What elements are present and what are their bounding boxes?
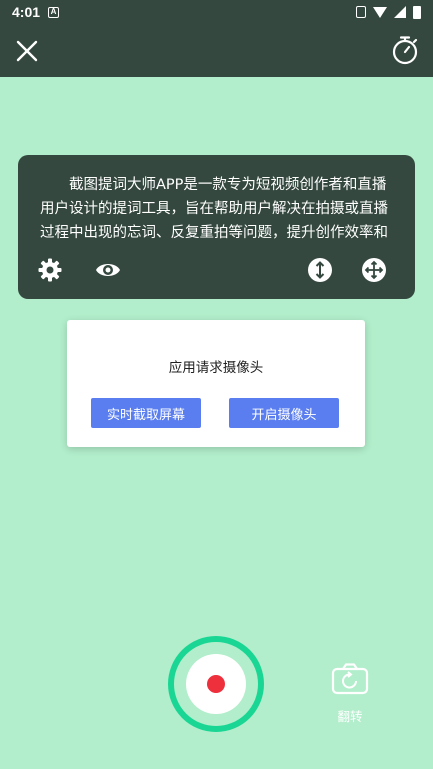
camera-flip-icon (331, 663, 369, 695)
open-camera-button[interactable]: 开启摄像头 (229, 398, 339, 428)
flip-camera-button[interactable]: 翻转 (330, 662, 370, 726)
record-button[interactable] (168, 636, 264, 732)
move-icon (362, 258, 386, 282)
camera-request-dialog: 应用请求摄像头 实时截取屏幕 开启摄像头 (67, 320, 365, 447)
settings-button[interactable] (37, 257, 63, 283)
status-icons (356, 5, 421, 19)
eye-icon (96, 264, 120, 276)
stopwatch-icon (392, 36, 418, 65)
prompter-text[interactable]: 截图提词大师APP是一款专为短视频创作者和直播用户设计的提词工具，旨在帮助用户解… (40, 173, 400, 245)
vertical-resize-icon (308, 258, 332, 282)
height-adjust-button[interactable] (307, 257, 333, 283)
top-toolbar (0, 24, 433, 77)
wifi-icon (373, 6, 387, 18)
status-time: 4:01 (12, 4, 41, 20)
signal-icon (394, 6, 406, 18)
battery-icon (413, 5, 421, 19)
vibrate-icon (356, 6, 366, 18)
status-bar: 4:01 A (0, 0, 433, 24)
notification-icon: A (48, 6, 60, 18)
capture-screen-button[interactable]: 实时截取屏幕 (91, 398, 201, 428)
gear-icon (38, 258, 62, 282)
flip-label: 翻转 (337, 709, 363, 724)
dialog-title: 应用请求摄像头 (168, 360, 264, 376)
record-inner (186, 654, 246, 714)
visibility-button[interactable] (95, 257, 121, 283)
prompter-panel[interactable]: 截图提词大师APP是一款专为短视频创作者和直播用户设计的提词工具，旨在帮助用户解… (18, 155, 415, 299)
timer-button[interactable] (389, 34, 421, 66)
move-button[interactable] (361, 257, 387, 283)
close-button[interactable] (12, 36, 42, 66)
close-icon (16, 40, 38, 62)
record-dot-icon (207, 675, 225, 693)
